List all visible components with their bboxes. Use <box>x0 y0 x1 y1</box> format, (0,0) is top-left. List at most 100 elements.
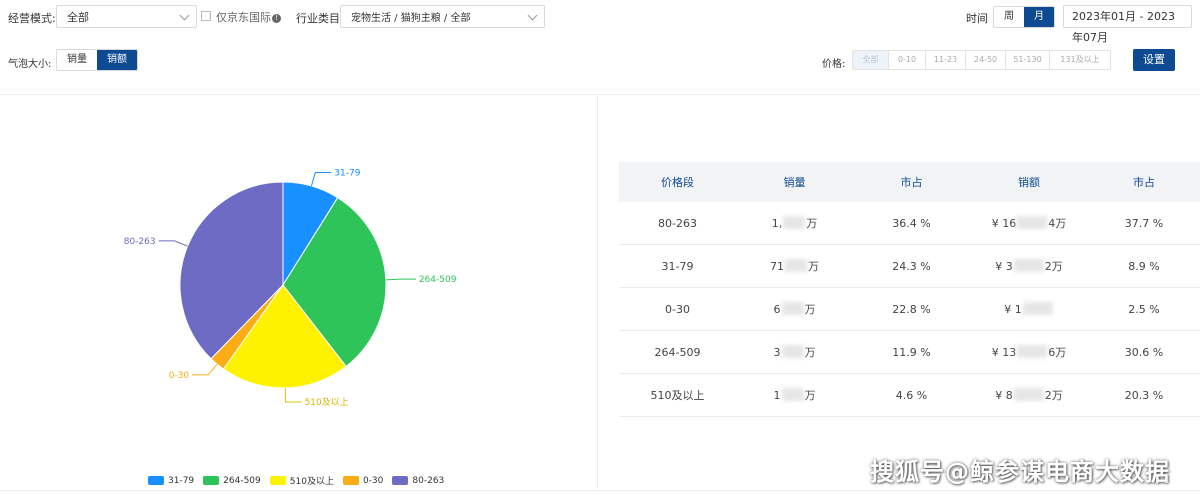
pie-label-line <box>158 240 188 247</box>
pie-slice-label: 264-509 <box>419 275 457 285</box>
header-price-segment[interactable]: 价格段 <box>619 174 736 190</box>
cell-volume-share: 24.3 % <box>892 259 931 273</box>
pie-slice-label: 0-30 <box>169 371 190 381</box>
bottom-divider <box>0 490 1200 491</box>
redacted-value <box>785 259 807 272</box>
table-row[interactable]: 510及以上 1 万 4.6 % ¥ 8 2万 20.3 % <box>619 374 1200 417</box>
cell-amount: ¥ 13 6万 <box>991 345 1067 359</box>
period-option-month[interactable]: 月 <box>1024 7 1054 27</box>
period-option-week[interactable]: 周 <box>994 7 1024 27</box>
price-option-all[interactable]: 全部 <box>853 51 889 69</box>
cell-amount-share: 30.6 % <box>1124 345 1164 359</box>
price-range-toggle: 全部 0-10 11-23 24-50 51-130 131及以上 <box>852 50 1111 70</box>
redacted-value <box>781 388 804 401</box>
jd-intl-label: 仅京东国际! <box>216 9 281 25</box>
redacted-value <box>781 302 804 315</box>
redacted-value <box>781 345 804 358</box>
price-segment-table: 价格段 销量 市占 销额 市占 80-263 1, 万 36.4 % ¥ 16 4万 37.… <box>619 162 1200 417</box>
bubble-option-volume[interactable]: 销量 <box>57 50 97 70</box>
mode-select-value: 全部 <box>67 10 89 24</box>
pie-slice-label: 80-263 <box>124 237 156 247</box>
cell-amount: ¥ 16 4万 <box>991 216 1067 230</box>
pie-label-line <box>192 363 218 376</box>
redacted-value <box>1022 302 1053 315</box>
legend-swatch <box>203 476 220 485</box>
industry-select[interactable]: 宠物生活 / 猫狗主粮 / 全部 <box>340 5 545 28</box>
settings-button[interactable]: 设置 <box>1133 49 1175 71</box>
legend-label: 0-30 <box>362 475 384 486</box>
redacted-value <box>1017 216 1048 229</box>
table-row[interactable]: 80-263 1, 万 36.4 % ¥ 16 4万 37.7 % <box>619 202 1200 245</box>
redacted-value <box>783 216 806 229</box>
pie-slice-label: 510及以上 <box>305 397 349 408</box>
bubble-option-amount[interactable]: 销额 <box>97 50 137 70</box>
table-row[interactable]: 264-509 3 万 11.9 % ¥ 13 6万 30.6 % <box>619 331 1200 374</box>
industry-select-value: 宠物生活 / 猫狗主粮 / 全部 <box>351 13 471 24</box>
price-option-11-23[interactable]: 11-23 <box>926 51 966 69</box>
info-icon[interactable]: ! <box>272 14 281 23</box>
cell-price-segment: 264-509 <box>654 345 701 359</box>
chart-legend: 31-79 264-509 510及以上 0-30 80-263 <box>148 474 453 487</box>
chevron-down-icon <box>527 10 538 21</box>
bubble-size-label: 气泡大小: <box>8 59 52 70</box>
legend-item[interactable]: 31-79 <box>148 476 194 486</box>
redacted-value <box>1017 345 1048 358</box>
mode-select[interactable]: 全部 <box>56 5 197 28</box>
watermark: 搜狐号@鲸参谋电商大数据 <box>870 458 1170 486</box>
header-volume-share[interactable]: 市占 <box>853 174 970 190</box>
redacted-value <box>1013 388 1044 401</box>
cell-amount-share: 2.5 % <box>1128 302 1160 316</box>
cell-amount-share: 20.3 % <box>1124 388 1164 402</box>
cell-volume: 1万 <box>773 388 816 402</box>
time-label: 时间 <box>966 12 988 25</box>
pie-slice-label: 31-79 <box>334 169 360 179</box>
legend-swatch <box>148 476 164 485</box>
price-option-131-plus[interactable]: 131及以上 <box>1050 51 1110 69</box>
pie-label-line <box>385 278 416 281</box>
price-option-0-10[interactable]: 0-10 <box>889 51 926 69</box>
header-amount[interactable]: 销额 <box>970 174 1088 190</box>
legend-item[interactable]: 80-263 <box>392 476 444 486</box>
cell-amount: ¥ 1 <box>970 302 1088 316</box>
cell-volume-share: 36.4 % <box>892 216 931 230</box>
table-body: 80-263 1, 万 36.4 % ¥ 16 4万 37.7 % 31-79 71 万 24.3 … <box>619 202 1200 417</box>
cell-price-segment: 80-263 <box>658 216 697 230</box>
pie-label-line <box>284 387 302 403</box>
price-option-51-130[interactable]: 51-130 <box>1006 51 1050 69</box>
legend-swatch <box>269 476 286 485</box>
jd-intl-checkbox[interactable] <box>201 11 211 21</box>
legend-label: 31-79 <box>168 475 195 486</box>
header-volume[interactable]: 销量 <box>736 174 853 190</box>
legend-label: 264-509 <box>223 475 261 486</box>
legend-item[interactable]: 264-509 <box>203 476 261 486</box>
pie-label-line <box>310 172 332 187</box>
cell-volume: 71 万 <box>770 259 819 273</box>
panel-divider <box>597 95 598 489</box>
header-amount-share[interactable]: 市占 <box>1088 174 1200 190</box>
cell-amount-share: 8.9 % <box>1128 259 1160 273</box>
cell-price-segment: 0-30 <box>665 302 690 316</box>
cell-amount-share: 37.7 % <box>1124 216 1164 230</box>
cell-volume-share: 4.6 % <box>895 388 928 402</box>
industry-label: 行业类目 <box>296 12 340 25</box>
period-toggle: 周 月 <box>993 6 1055 28</box>
cell-volume: 3万 <box>773 345 816 359</box>
price-option-24-50[interactable]: 24-50 <box>966 51 1006 69</box>
bubble-size-toggle: 销量 销额 <box>56 49 138 71</box>
table-header: 价格段 销量 市占 销额 市占 <box>619 162 1200 202</box>
legend-item[interactable]: 510及以上 <box>269 474 334 487</box>
date-range-picker[interactable]: 2023年01月 - 2023年07月 <box>1063 5 1192 44</box>
table-row[interactable]: 0-30 6 万 22.8 % ¥ 1 2.5 % <box>619 288 1200 331</box>
cell-price-segment: 31-79 <box>661 259 694 273</box>
cell-volume: 6万 <box>773 302 816 316</box>
table-row[interactable]: 31-79 71 万 24.3 % ¥ 3 2万 8.9 % <box>619 245 1200 288</box>
cell-price-segment: 510及以上 <box>650 389 705 402</box>
cell-amount: ¥ 3 2万 <box>995 259 1063 273</box>
chevron-down-icon <box>179 10 190 21</box>
legend-item[interactable]: 0-30 <box>342 475 384 486</box>
legend-swatch <box>342 476 359 485</box>
cell-amount: ¥ 8 2万 <box>995 388 1063 402</box>
cell-volume-share: 22.8 % <box>892 302 931 316</box>
price-label: 价格: <box>822 59 846 70</box>
price-segment-pie-chart: 31-79 264-509 510及以上 0-30 80-263 <box>124 169 457 408</box>
